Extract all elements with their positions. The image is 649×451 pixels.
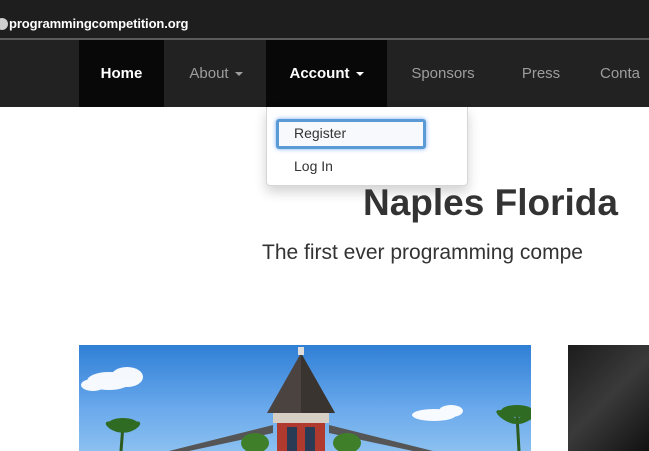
menu-item-log-in[interactable]: Log In bbox=[267, 153, 467, 177]
page-title: Naples Florida bbox=[363, 182, 618, 223]
nav-about-label: About bbox=[189, 65, 229, 82]
nav-account-label: Account bbox=[289, 65, 350, 82]
nav-about[interactable]: About bbox=[168, 40, 264, 107]
building-illustration bbox=[81, 347, 531, 451]
nav-home[interactable]: Home bbox=[79, 40, 164, 107]
menu-item-register[interactable]: Register bbox=[267, 117, 467, 149]
menu-item-log-in-label: Log In bbox=[294, 158, 333, 174]
nav-home-label: Home bbox=[100, 65, 143, 82]
nav-sponsors-label: Sponsors bbox=[411, 65, 475, 82]
nav-contact[interactable]: Conta bbox=[585, 40, 649, 107]
secondary-photo bbox=[568, 345, 649, 451]
chevron-down-icon bbox=[234, 71, 243, 76]
building-photo bbox=[79, 345, 531, 451]
nav-contact-label: Conta bbox=[600, 65, 641, 82]
nav-press-label: Press bbox=[521, 65, 561, 82]
menu-item-register-label: Register bbox=[294, 125, 347, 141]
url-text[interactable]: programmingcompetition.org bbox=[9, 16, 189, 31]
browser-address-bar[interactable]: programmingcompetition.org bbox=[0, 0, 649, 40]
nav-press[interactable]: Press bbox=[500, 40, 582, 107]
nav-account[interactable]: Account bbox=[266, 40, 387, 107]
page-subtitle: The first ever programming compe bbox=[262, 241, 583, 264]
site-info-icon[interactable] bbox=[0, 18, 8, 30]
chevron-down-icon bbox=[355, 71, 364, 76]
account-dropdown-menu: Register Log In bbox=[266, 107, 468, 186]
nav-sponsors[interactable]: Sponsors bbox=[392, 40, 494, 107]
